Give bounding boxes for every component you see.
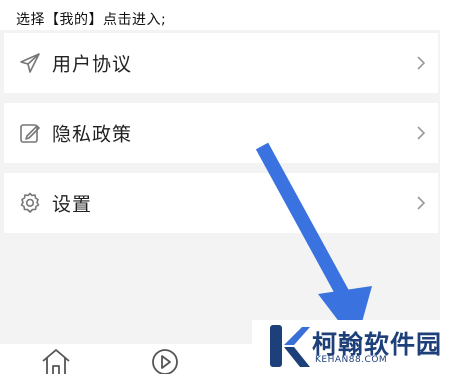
menu-item-user-agreement[interactable]: 用户协议 <box>4 33 438 93</box>
menu-item-label: 用户协议 <box>52 53 133 76</box>
chevron-right-icon <box>414 54 428 72</box>
menu-item-label: 设置 <box>52 193 93 216</box>
home-icon[interactable] <box>40 348 72 378</box>
watermark-url: KEHAN88.COM <box>315 355 388 365</box>
settings-menu-panel: 用户协议 隐私政策 设置 <box>0 30 440 344</box>
menu-item-settings[interactable]: 设置 <box>4 173 438 233</box>
instruction-text: 选择【我的】点击进入; <box>16 12 167 28</box>
gear-icon <box>18 191 42 215</box>
menu-item-privacy-policy[interactable]: 隐私政策 <box>4 103 438 163</box>
k-logo-icon <box>270 325 310 367</box>
chevron-right-icon <box>414 194 428 212</box>
paper-plane-icon <box>18 51 42 75</box>
menu-item-label: 隐私政策 <box>52 123 133 146</box>
edit-icon <box>18 121 42 145</box>
play-icon[interactable] <box>150 348 180 378</box>
chevron-right-icon <box>414 124 428 142</box>
